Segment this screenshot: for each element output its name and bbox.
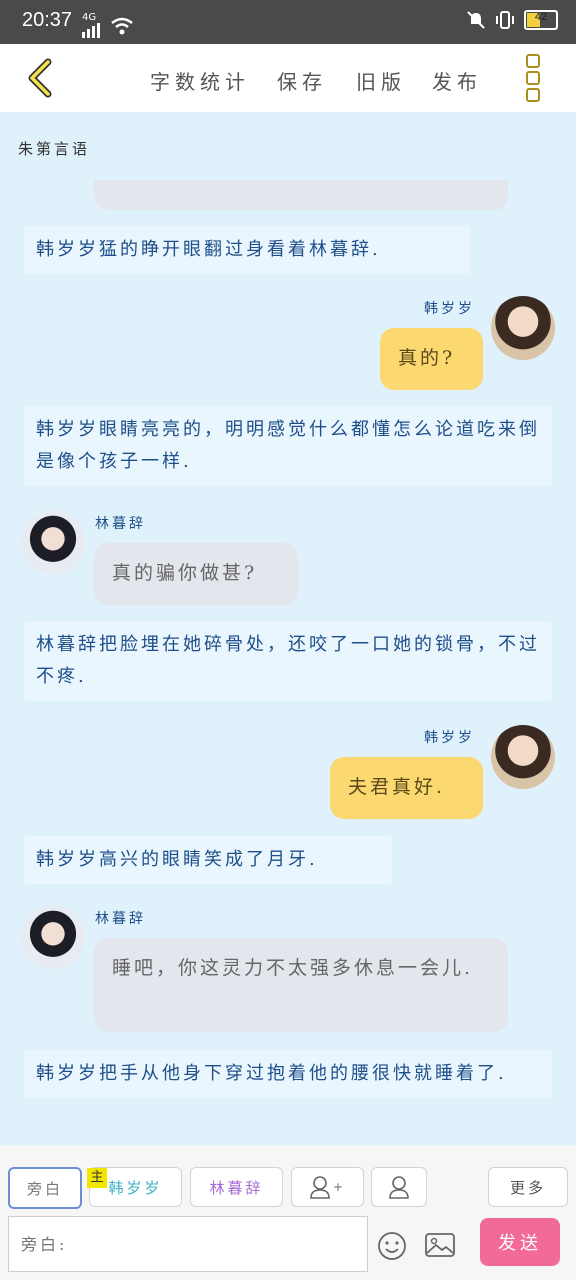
mute-icon: [467, 11, 485, 29]
avatar-linmuci[interactable]: [21, 905, 85, 969]
chat-area[interactable]: 韩岁岁猛的睁开眼翻过身看着林暮辞. 韩岁岁 真的? 韩岁岁眼睛亮亮的，明明感觉什…: [0, 180, 576, 1145]
message-input-field[interactable]: [8, 1216, 368, 1272]
signal-icon: [82, 23, 100, 38]
composer-toolbar: 旁白 韩岁岁 林暮辞 + 更多 发送: [0, 1145, 576, 1280]
back-arrow-icon[interactable]: [22, 58, 62, 98]
message-bubble[interactable]: 睡吧，你这灵力不太强多休息一会儿.: [94, 938, 508, 1032]
status-bar: 20:37 4G 42: [0, 0, 576, 44]
narration-5[interactable]: 韩岁岁把手从他身下穿过抱着他的腰很快就睡着了.: [24, 1050, 552, 1098]
narration-4[interactable]: 韩岁岁高兴的眼睛笑成了月牙.: [24, 836, 392, 884]
narration-1[interactable]: 韩岁岁猛的睁开眼翻过身看着林暮辞.: [24, 226, 470, 274]
add-character-button[interactable]: +: [291, 1167, 364, 1207]
old-version-button[interactable]: 旧版: [356, 66, 406, 95]
user-icon: [389, 1176, 409, 1199]
plus-label: +: [332, 1180, 347, 1194]
message-bubble[interactable]: 真的?: [380, 328, 483, 390]
message-bubble[interactable]: 真的骗你做甚?: [94, 543, 298, 605]
wifi-icon: [111, 17, 133, 35]
character-manage-button[interactable]: [371, 1167, 427, 1207]
clock: 20:37: [22, 9, 73, 31]
avatar-linmuci[interactable]: [21, 510, 85, 574]
narration-2[interactable]: 韩岁岁眼睛亮亮的，明明感觉什么都懂怎么论道吃来倒是像个孩子一样.: [24, 406, 552, 486]
save-button[interactable]: 保存: [277, 66, 327, 95]
narrator-chip[interactable]: 旁白: [8, 1167, 82, 1209]
avatar-hansuisui[interactable]: [491, 725, 555, 789]
vibrate-icon: [496, 11, 514, 29]
partial-bubble: [94, 180, 508, 210]
more-button[interactable]: 更多: [488, 1167, 568, 1207]
send-button[interactable]: 发送: [480, 1218, 560, 1266]
message-bubble[interactable]: 夫君真好.: [330, 757, 483, 819]
book-title: 朱第言语: [18, 140, 91, 158]
message-input[interactable]: [9, 1217, 367, 1271]
battery-level: 42: [534, 11, 548, 23]
narration-3[interactable]: 林暮辞把脸埋在她碎骨处，还咬了一口她的锁骨，不过不疼.: [24, 621, 552, 701]
top-bar: 字数统计 保存 旧版 发布: [0, 44, 576, 112]
character-chip-linmuci[interactable]: 林暮辞: [190, 1167, 283, 1207]
emoji-icon[interactable]: [376, 1230, 408, 1262]
more-menu-icon[interactable]: [526, 54, 540, 102]
speaker-name: 林暮辞: [95, 516, 146, 532]
speaker-name: 林暮辞: [95, 911, 146, 927]
main-character-badge: 主: [87, 1168, 107, 1188]
publish-button[interactable]: 发布: [432, 66, 482, 95]
speaker-name: 韩岁岁: [424, 730, 475, 746]
wordcount-button[interactable]: 字数统计: [150, 66, 250, 95]
speaker-name: 韩岁岁: [424, 301, 475, 317]
battery-icon: 42: [524, 10, 558, 30]
avatar-hansuisui[interactable]: [491, 296, 555, 360]
add-user-icon: [310, 1176, 330, 1199]
image-icon[interactable]: [424, 1231, 456, 1261]
